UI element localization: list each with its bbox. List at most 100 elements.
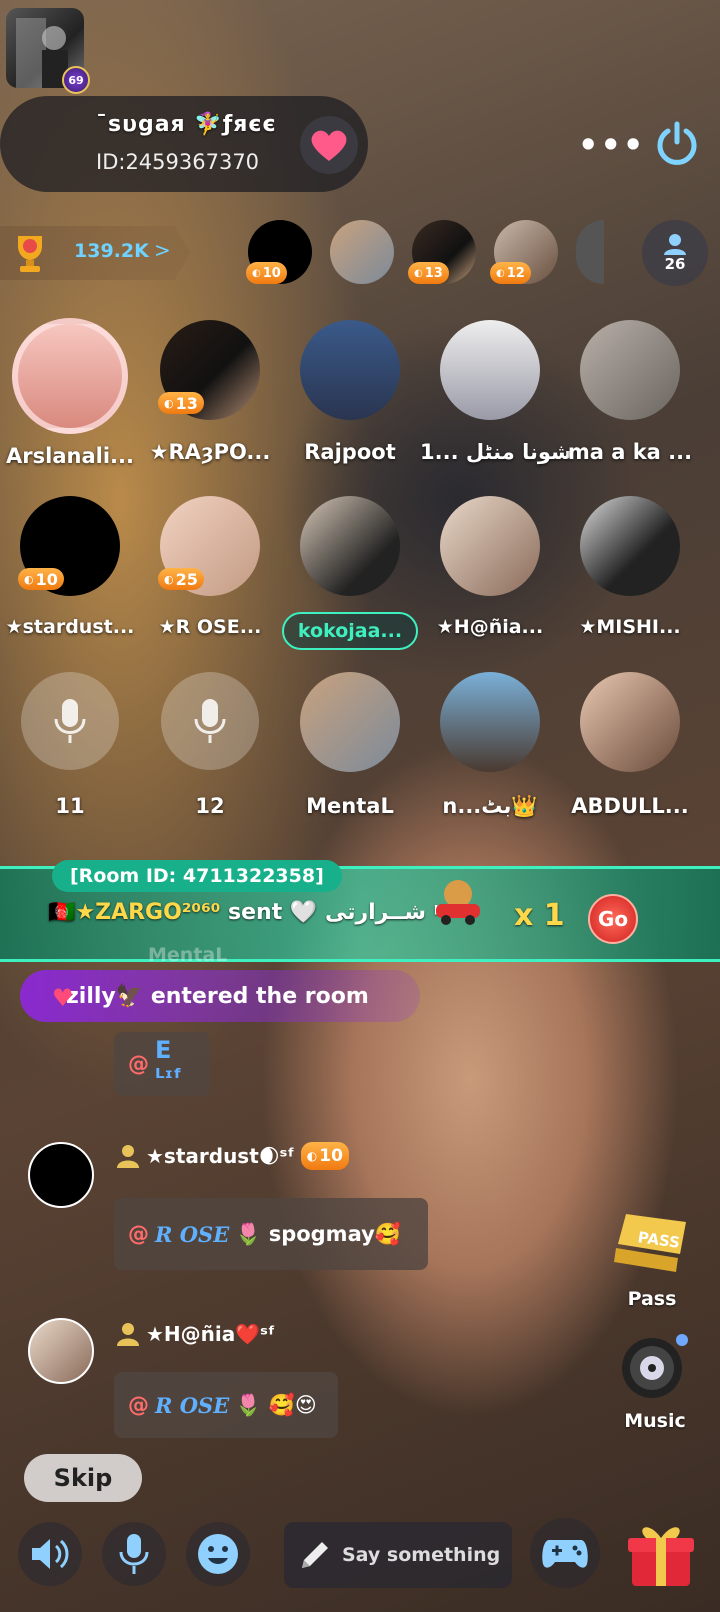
room-id-label: [Room ID: 4711322358]	[52, 860, 342, 892]
seat-15[interactable]: ABDULL...	[560, 672, 700, 818]
skip-button[interactable]: Skip	[24, 1454, 142, 1502]
chat-message: @ E ᴸᶦᶠ	[114, 1032, 210, 1096]
chat-input-placeholder: Say something	[342, 1544, 501, 1566]
chat-user-row: ★stardust🌒ˢᶠ ◐ 10	[116, 1142, 349, 1170]
mention-at: @	[128, 1393, 149, 1417]
seat-avatar[interactable]	[300, 672, 400, 772]
seat-name: ★H@ñia...	[436, 616, 544, 638]
game-button[interactable]	[530, 1518, 600, 1588]
pass-label: Pass	[627, 1288, 677, 1310]
speaker-button[interactable]	[18, 1522, 82, 1586]
level-badge: ◐ 13	[158, 392, 204, 414]
chat-avatar[interactable]	[28, 1142, 94, 1208]
level-badge: ◐ 10	[18, 568, 64, 590]
seat-10[interactable]: ★MISHI...	[560, 496, 700, 638]
level-badge: ◐ 13	[408, 262, 449, 284]
level-badge: ◐ 12	[490, 262, 531, 284]
car-gift-icon	[432, 876, 484, 932]
seat-avatar[interactable]	[580, 672, 680, 772]
music-disc-icon	[622, 1334, 688, 1398]
level-badge: ◐ 10	[246, 262, 287, 284]
music-label: Music	[624, 1410, 686, 1432]
chat-avatar[interactable]	[28, 1318, 94, 1384]
pass-button[interactable]: PASS Pass	[612, 1204, 692, 1310]
mention-at: @	[128, 1222, 149, 1246]
gift-message: 🇦🇫★ZARGO²⁰⁶⁰ sent 🤍 شــرارتی ᵖʷ	[48, 900, 457, 925]
follow-heart-button[interactable]	[300, 116, 358, 174]
microphone-icon	[119, 1534, 149, 1574]
seat-name: شونا منٹل ...1	[420, 440, 572, 464]
chat-message: @ R OSE 🌷 spogmay🥰	[114, 1198, 428, 1270]
seat-3[interactable]: Rajpoot	[280, 320, 420, 464]
seat-name: ★R OSE...	[158, 616, 262, 638]
viewer-avatar[interactable]	[330, 220, 394, 284]
seat-name: ★RAȝPO...	[149, 440, 271, 464]
seat-9[interactable]: ★H@ñia...	[420, 496, 560, 638]
smiley-icon	[198, 1534, 238, 1574]
level-badge: ◐ 10	[300, 1142, 349, 1170]
message-text: 🌷 spogmay🥰	[235, 1221, 401, 1246]
emoji-button[interactable]	[186, 1522, 250, 1586]
chat-username: ★stardust🌒ˢᶠ	[146, 1144, 295, 1168]
seat-11[interactable]: 11	[0, 672, 140, 818]
trophy-icon	[8, 232, 52, 278]
seat-12[interactable]: 12	[140, 672, 280, 818]
empty-seat-mic[interactable]	[161, 672, 259, 770]
seat-14[interactable]: n...بٹ👑	[420, 672, 560, 819]
pass-ticket-icon: PASS	[614, 1214, 686, 1272]
gift-sent-word: sent 🤍	[228, 900, 318, 925]
heart-icon	[311, 130, 347, 161]
power-icon	[657, 121, 697, 165]
seat-avatar[interactable]	[440, 672, 540, 772]
seat-name: kokojaa...	[297, 620, 403, 642]
seat-avatar[interactable]	[440, 496, 540, 596]
chat-input[interactable]: Say something	[284, 1522, 512, 1588]
seat-4[interactable]: شونا منٹل ...1	[420, 320, 572, 464]
user-icon	[117, 1145, 139, 1168]
mention-name: R OSE	[155, 1392, 230, 1418]
seat-number: 11	[55, 794, 85, 818]
seat-avatar[interactable]	[580, 320, 680, 420]
seat-avatar[interactable]	[12, 318, 128, 434]
seat-name: ★stardust...	[5, 616, 135, 638]
speaker-icon	[32, 1539, 69, 1569]
entered-text: zilly🦅 entered the room	[66, 983, 369, 1009]
seat-name: MentaL	[306, 794, 394, 818]
power-exit-button[interactable]	[654, 120, 700, 166]
gift-box-icon	[628, 1527, 694, 1586]
gift-box-button[interactable]	[624, 1516, 698, 1590]
mic-button[interactable]	[102, 1522, 166, 1586]
level-badge: ◐ 25	[158, 568, 204, 590]
gift-sender: 🇦🇫★ZARGO²⁰⁶⁰	[48, 900, 221, 925]
seat-5[interactable]: ma a ka ...	[560, 320, 700, 464]
seat-name: ma a ka ...	[567, 440, 693, 464]
pencil-icon	[302, 1542, 328, 1568]
chevron-right-icon: >	[154, 238, 171, 262]
seat-avatar[interactable]	[300, 320, 400, 420]
viewer-avatar[interactable]	[576, 220, 604, 284]
seat-avatar[interactable]	[580, 496, 680, 596]
person-icon	[664, 234, 686, 255]
seat-name: Rajpoot	[304, 440, 396, 464]
seat-7[interactable]: ◐ 25 ★R OSE...	[140, 496, 280, 638]
seat-name: ABDULL...	[571, 794, 689, 818]
seat-1[interactable]: Arslanali...	[0, 318, 140, 468]
viewer-count-button[interactable]: 26	[642, 220, 708, 286]
music-button[interactable]: Music	[620, 1330, 690, 1432]
seat-avatar[interactable]	[300, 496, 400, 596]
seat-13[interactable]: MentaL	[280, 672, 420, 818]
chat-user-row: ★H@ñia❤️ˢᶠ	[116, 1322, 275, 1346]
mention-at: @	[128, 1052, 149, 1076]
seat-8[interactable]: kokojaa...	[280, 496, 420, 650]
host-level-badge: 69	[62, 66, 90, 94]
seat-name-highlight: kokojaa...	[282, 612, 418, 650]
chat-username: ★H@ñia❤️ˢᶠ	[146, 1322, 276, 1346]
user-icon	[117, 1323, 139, 1346]
mention-name: R OSE	[155, 1221, 230, 1247]
seat-avatar[interactable]	[440, 320, 540, 420]
seat-2[interactable]: ◐ 13 ★RAȝPO...	[140, 320, 280, 464]
seat-6[interactable]: ◐ 10 ★stardust...	[0, 496, 140, 638]
more-options-button[interactable]: •••	[578, 126, 645, 164]
go-button[interactable]: Go	[588, 894, 638, 944]
empty-seat-mic[interactable]	[21, 672, 119, 770]
